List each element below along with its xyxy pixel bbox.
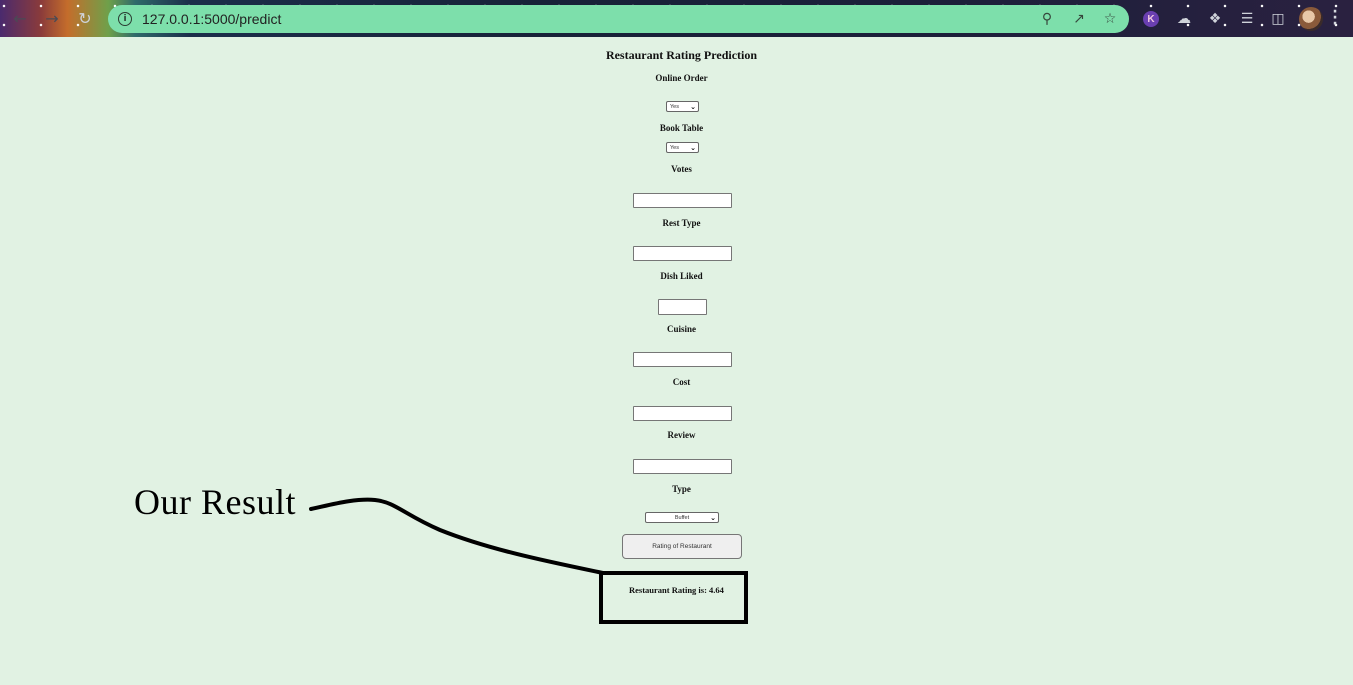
annotation-arrow <box>309 497 605 575</box>
